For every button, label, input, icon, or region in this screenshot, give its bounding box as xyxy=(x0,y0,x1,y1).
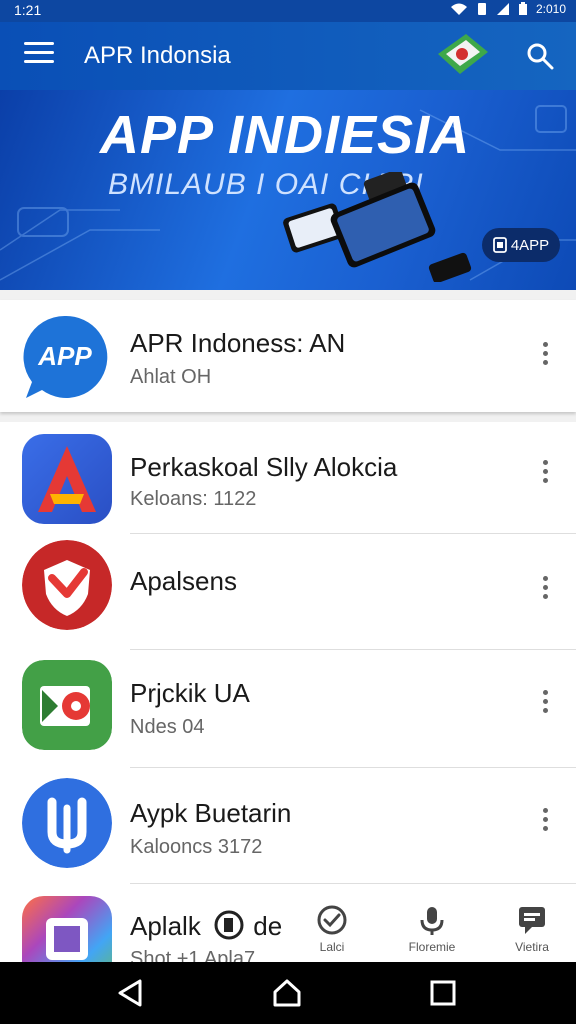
featured-app-card[interactable]: APP APR Indoness: AN Ahlat OH xyxy=(0,300,576,412)
app-name-text: Aplalk xyxy=(130,911,201,941)
status-time: 1:21 xyxy=(14,2,42,18)
search-icon[interactable] xyxy=(526,42,554,70)
gallery-app-icon xyxy=(22,896,112,962)
sim-icon xyxy=(477,3,486,15)
home-icon[interactable] xyxy=(272,978,302,1008)
featured-app-subtitle: Ahlat OH xyxy=(130,366,212,388)
app-icon-u xyxy=(22,778,112,868)
shield-icon xyxy=(22,540,112,630)
list-item[interactable]: Aypk Buetarin Kalooncs 3172 xyxy=(0,768,576,884)
tab-lalci[interactable]: Lalci xyxy=(292,904,372,962)
app-subtitle: Keloans: 1122 xyxy=(130,488,257,510)
featured-app-name: APR Indoness: AN xyxy=(130,328,346,358)
app-name: Aplalk de xyxy=(130,910,282,942)
recents-icon[interactable] xyxy=(428,978,458,1008)
status-bar: 1:21 2:010 xyxy=(0,0,576,22)
tab-label: Lalci xyxy=(319,940,345,954)
list-item[interactable]: Apalsens xyxy=(0,534,576,650)
app-name: Perkaskoal Slly Alokcia xyxy=(130,452,398,482)
bottom-tab-bar: Lalci Floremie Vietira xyxy=(290,900,576,962)
more-options-icon[interactable] xyxy=(538,460,552,490)
app-title: APR Indonsia xyxy=(84,42,231,69)
check-circle-icon xyxy=(317,905,347,935)
banner-title: APP INDIESIA xyxy=(100,105,471,165)
battery-icon xyxy=(518,2,527,15)
app-name: Prjckik UA xyxy=(130,678,250,708)
battery-text: 2:010 xyxy=(535,2,566,16)
chat-icon xyxy=(519,907,545,934)
featured-icon-text: APP xyxy=(37,341,92,371)
tab-label: Floremie xyxy=(408,940,456,954)
featured-app-icon: APP xyxy=(23,315,108,398)
banner-badge[interactable]: 4APP xyxy=(482,228,560,262)
app-name: Apalsens xyxy=(130,566,237,596)
featured-app-row[interactable]: APP APR Indoness: AN Ahlat OH xyxy=(0,300,576,412)
promo-banner[interactable]: APP INDIESIA BMILAUB I OAI CIARI 4APP xyxy=(0,90,576,290)
list-item[interactable]: Perkaskoal Slly Alokcia Keloans: 1122 xyxy=(0,422,576,534)
tab-label: Vietira xyxy=(515,940,549,954)
list-item[interactable]: Prjckik UA Ndes 04 xyxy=(0,650,576,768)
microphone-icon xyxy=(420,907,444,935)
status-icons: 2:010 xyxy=(450,2,566,16)
wifi-icon xyxy=(450,3,467,15)
app-icon-a xyxy=(22,434,112,524)
app-subtitle: Kalooncs 3172 xyxy=(130,836,263,858)
more-options-icon[interactable] xyxy=(538,808,552,838)
more-options-icon[interactable] xyxy=(538,576,552,606)
signal-icon xyxy=(496,3,509,15)
tag-icon xyxy=(438,34,488,74)
back-icon[interactable] xyxy=(116,978,146,1008)
menu-icon[interactable] xyxy=(24,42,54,68)
tab-floremie[interactable]: Floremie xyxy=(392,904,472,962)
app-list: Perkaskoal Slly Alokcia Keloans: 1122 Ap… xyxy=(0,422,576,962)
app-name: Aypk Buetarin xyxy=(130,798,292,828)
more-options-icon[interactable] xyxy=(538,690,552,720)
app-bar: APR Indonsia xyxy=(0,22,576,90)
app-subtitle: Shot +1 Apla7 xyxy=(130,948,256,962)
tab-vietira[interactable]: Vietira xyxy=(492,904,572,962)
camera-app-icon xyxy=(22,660,112,750)
more-options-icon[interactable] xyxy=(538,342,552,372)
app-subtitle: Ndes 04 xyxy=(130,716,205,738)
banner-badge-label: 4APP xyxy=(510,236,550,254)
app-badge-icon xyxy=(492,237,507,253)
app-name-suffix: de xyxy=(253,911,283,941)
document-icon xyxy=(214,910,244,940)
phones-illustration xyxy=(283,172,472,282)
system-nav-bar xyxy=(0,962,576,1024)
